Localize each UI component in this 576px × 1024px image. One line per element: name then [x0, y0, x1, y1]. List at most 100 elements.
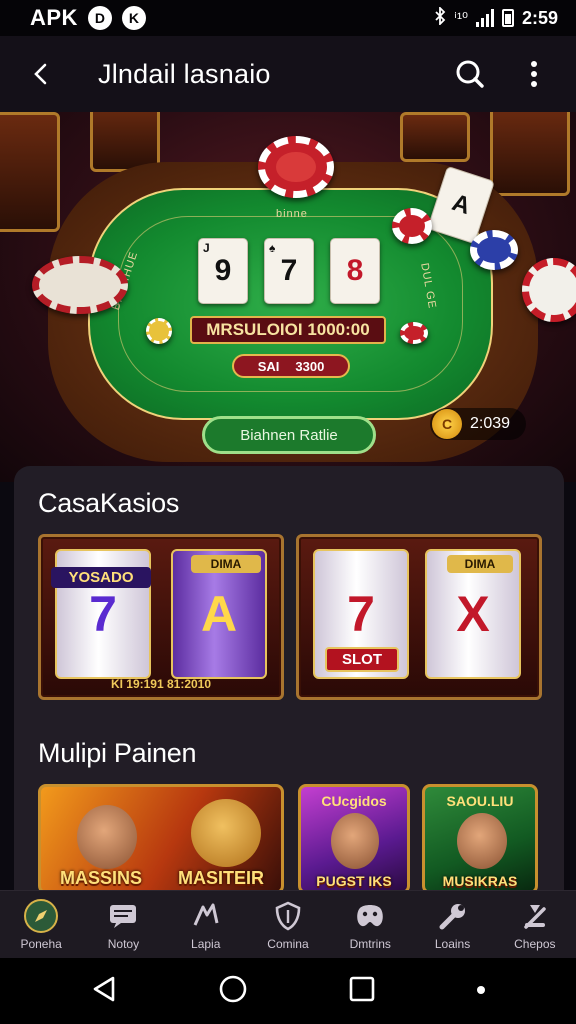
clock: 2:59	[521, 7, 558, 28]
dot-icon	[476, 986, 485, 994]
system-nav-bar	[0, 958, 576, 1024]
page-title: Jlndail lasnaio	[98, 58, 271, 89]
promo-tile[interactable]: CUcgidos PUGST IKS	[298, 784, 410, 894]
poker-chip	[392, 208, 432, 244]
notification-icon: K	[121, 6, 146, 30]
recents-nav-button[interactable]	[349, 976, 375, 1007]
character-image	[331, 813, 379, 869]
nav-item-poneha[interactable]: Poneha	[0, 891, 82, 958]
table-plate: MRSULOIOI 1000:00	[190, 316, 386, 344]
slot-banner: DIMA	[447, 555, 513, 573]
hero-banner[interactable]: binne BICGIHUE DUL GE J 9 ♠ 7 8 A MRSULO…	[0, 112, 576, 482]
play-button[interactable]: Biahnen Ratlie	[202, 416, 376, 454]
gamepad-icon	[353, 899, 387, 933]
nav-item-comina[interactable]: Comina	[247, 891, 329, 958]
nav-label: Comina	[267, 936, 309, 951]
promo-label: MUSIKRAS	[442, 873, 518, 889]
card-value: 9	[214, 254, 232, 287]
table-sign-top: binne	[276, 208, 308, 220]
promo-label: MASSINS	[59, 868, 142, 888]
nav-label: Poneha	[20, 936, 62, 951]
nav-label: Chepos	[514, 936, 556, 951]
card-pip: J	[203, 241, 210, 255]
card-value: 7	[280, 254, 298, 287]
bluetooth-icon	[434, 5, 446, 29]
app-bar: Jlndail lasnaio	[0, 36, 576, 112]
playing-card: J 9	[198, 238, 248, 304]
card-value: 8	[346, 254, 364, 287]
slot-banner: YOSADO	[51, 567, 151, 588]
nav-item-loains[interactable]: Loains	[411, 891, 493, 958]
coin-icon: C	[432, 409, 462, 439]
notification-icon: D	[87, 6, 112, 30]
back-button[interactable]	[20, 52, 64, 96]
back-nav-button[interactable]	[91, 975, 117, 1008]
slot-machine-left	[0, 112, 60, 232]
poker-chip	[400, 322, 428, 344]
poker-chip	[146, 318, 172, 344]
battery-icon	[501, 9, 514, 27]
promo-top: SAOU.LIU	[446, 793, 514, 809]
slot-tag: SLOT	[325, 647, 399, 672]
home-nav-button[interactable]	[218, 974, 248, 1009]
reel-symbol: 7	[347, 586, 375, 642]
bet-pill-right: 3300	[295, 358, 325, 374]
reel-symbol: X	[456, 586, 490, 642]
promo-label: MASITEIR	[177, 868, 264, 888]
chat-icon	[106, 899, 140, 933]
slot-machine-right	[490, 112, 570, 196]
status-bar: APK D K ⁱ¹⁰ 2:59	[0, 0, 576, 36]
status-left: APK D K	[30, 5, 146, 31]
slot-footer: KI 19:191 81:2010	[110, 677, 212, 691]
nav-item-dmtrins[interactable]: Dmtrins	[329, 891, 411, 958]
slot-game-card[interactable]: 7 X SLOT DIMA	[296, 534, 542, 700]
character-image	[457, 813, 507, 869]
back-arrow-icon	[34, 63, 47, 85]
nav-label: Lapia	[191, 936, 221, 951]
character-image	[77, 805, 137, 869]
bet-pill-left: SAI	[257, 358, 280, 374]
promo-top: CUcgidos	[321, 793, 387, 809]
slot-banner: DIMA	[191, 555, 261, 573]
apk-label: APK	[30, 5, 78, 30]
coin-balance[interactable]: C 2:039	[430, 408, 526, 440]
compass-icon	[24, 898, 59, 933]
slot-machine-right-2	[400, 112, 470, 162]
nav-item-chepos[interactable]: Chepos	[494, 891, 576, 958]
dice-icon	[189, 899, 223, 933]
signal-icon	[475, 9, 494, 27]
playing-card: 8	[330, 238, 380, 304]
recents-square-icon	[349, 976, 374, 1001]
triangle-back-icon	[93, 976, 114, 1001]
tools-icon	[518, 899, 552, 933]
poker-chip	[32, 256, 128, 314]
search-button[interactable]	[448, 52, 492, 96]
more-vertical-icon	[531, 61, 537, 87]
promo-tile[interactable]: SAOU.LIU MUSIKRAS	[422, 784, 538, 894]
wrench-icon	[436, 899, 470, 933]
promo-label: PUGST IKS	[316, 873, 392, 889]
nav-item-notoy[interactable]: Notoy	[82, 891, 164, 958]
poker-chip	[258, 136, 334, 198]
reel-symbol: 7	[89, 586, 117, 642]
signal-text: ⁱ¹⁰	[454, 10, 468, 27]
nav-label: Notoy	[107, 936, 140, 951]
assistant-dot[interactable]	[476, 982, 486, 1000]
nav-item-lapia[interactable]: Lapia	[165, 891, 247, 958]
nav-label: Loains	[434, 936, 471, 951]
coin-count: 2:039	[470, 415, 511, 432]
section-title-multi: Mulipi Painen	[38, 738, 197, 768]
character-image	[191, 799, 261, 867]
poker-chip	[470, 230, 518, 270]
promo-tile[interactable]: MASSINS MASITEIR	[38, 784, 284, 894]
more-options-button[interactable]	[512, 52, 556, 96]
status-right: ⁱ¹⁰ 2:59	[434, 5, 558, 29]
card-pip: ♠	[269, 241, 276, 255]
bet-pill: SAI 3300	[232, 354, 350, 378]
playing-card: ♠ 7	[264, 238, 314, 304]
section-title-casino: CasaKasios	[38, 488, 180, 518]
shield-icon	[271, 899, 305, 933]
reel-symbol: A	[200, 586, 238, 642]
search-icon	[456, 60, 484, 88]
slot-game-card[interactable]: 7 A YOSADO DIMA KI 19:191 81:2010	[38, 534, 284, 700]
